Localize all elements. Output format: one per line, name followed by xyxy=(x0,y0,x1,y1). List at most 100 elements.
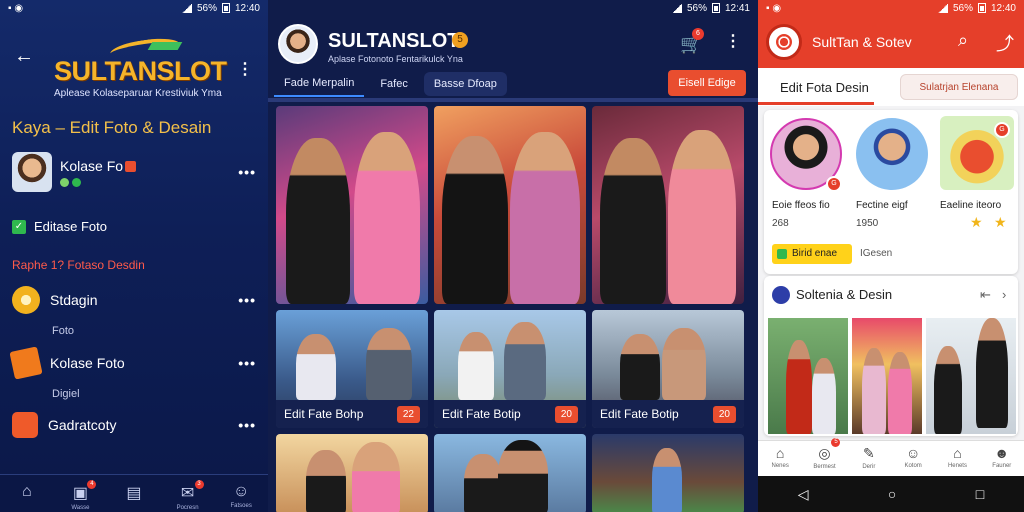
nav-store[interactable]: ⌂ Henets xyxy=(937,441,977,476)
divider xyxy=(268,98,758,102)
photo-tile[interactable] xyxy=(276,434,428,512)
photo-tile[interactable] xyxy=(592,106,744,304)
middle-phone-screen: 56% 12:41 SULTANSLOT 5 Aplase Fotonoto F… xyxy=(268,0,758,512)
person-figure xyxy=(352,442,400,512)
photo-tile[interactable] xyxy=(276,106,428,304)
share-icon[interactable]: ⤴ xyxy=(996,30,1014,56)
nav-home[interactable]: ⌂ xyxy=(7,483,47,503)
nav-wallet[interactable]: ▣ 4 Wasse xyxy=(60,480,100,511)
home-icon: ⌂ xyxy=(21,483,32,500)
photo-thumb[interactable] xyxy=(768,318,848,434)
person-figure xyxy=(662,328,706,400)
recents-square-icon[interactable]: □ xyxy=(976,486,984,502)
app-header: ← SULTANSLOT Aplease Kolaseparuar Kresti… xyxy=(0,16,268,99)
coin-icon xyxy=(12,286,40,314)
home-icon: ⌂ xyxy=(775,445,785,461)
checkbox-checked-icon[interactable]: ✓ xyxy=(12,219,26,234)
share-icon[interactable]: ⇤ xyxy=(980,287,991,303)
menu-more-icon[interactable]: ••• xyxy=(238,355,256,371)
nav-profile[interactable]: ☺ Fatsoes xyxy=(221,483,261,509)
card-caption: Edit Fate Botip xyxy=(442,407,521,421)
photo-card[interactable]: Edit Fate Bohp 22 xyxy=(276,310,428,428)
back-arrow-icon[interactable]: ← xyxy=(12,44,36,68)
tab-3[interactable]: Basse Dfoap xyxy=(423,72,507,96)
photo-thumb[interactable] xyxy=(926,318,1016,434)
logo-accent xyxy=(147,42,183,50)
status-bar: ▪ ◉ 56% 12:40 xyxy=(758,0,1024,16)
star-icon: ★ xyxy=(970,214,983,230)
status-icons-left: ▪ ◉ xyxy=(8,2,24,14)
menu-item-sublabel: Foto xyxy=(52,325,75,337)
bottom-nav: ⌂ Nenes ◎ 5 Bermest ✎ Derir ☺ Kotom ⌂ Henets ☻… xyxy=(758,438,1024,476)
app-subtitle: Aplase Fotonoto Fentarikulck Yna xyxy=(328,54,463,64)
nav-messages[interactable]: ✉ 3 Pocresn xyxy=(168,480,208,511)
menu-more-icon[interactable]: ••• xyxy=(238,292,256,308)
profile-label: Eaeline iteoro xyxy=(940,200,1002,211)
collage-icon xyxy=(9,346,43,380)
nav-edit[interactable]: ✎ Derir xyxy=(849,441,889,476)
menu-item-sublabel: Digiel xyxy=(52,388,80,400)
nav-gallery[interactable]: ▤ xyxy=(114,483,154,505)
edit-icon: ✎ xyxy=(862,445,875,461)
person-figure xyxy=(510,132,580,304)
card-badge: 20 xyxy=(712,405,736,423)
nav-home[interactable]: ⌂ Nenes xyxy=(760,441,800,476)
back-triangle-icon[interactable]: ◁ xyxy=(798,486,809,503)
checkbox-row[interactable]: ✓ Editase Foto xyxy=(12,219,256,234)
profile-label: Eoie ffeos fio xyxy=(772,200,830,211)
menu-item-3[interactable]: Gadratcoty ••• xyxy=(12,412,256,438)
nav-account[interactable]: ☻ Fauner xyxy=(982,441,1022,476)
home-circle-icon[interactable]: ○ xyxy=(888,486,896,502)
photo-tile[interactable] xyxy=(434,434,586,512)
card-caption: Edit Fate Botip xyxy=(600,407,679,421)
status-time: 12:40 xyxy=(234,2,260,14)
action-pill[interactable]: Birid enae xyxy=(772,244,852,264)
profile-row[interactable]: Kolase Fo ••• xyxy=(12,152,256,192)
section-title: Soltenia & Desin xyxy=(796,287,893,302)
person-figure xyxy=(600,138,666,304)
person-figure xyxy=(306,450,346,512)
battery-percent: 56% xyxy=(952,2,973,14)
tab-bar: Edit Fota Desin Sulatrjan Elenana xyxy=(758,68,1024,106)
status-dot-icon xyxy=(72,177,81,187)
menu-item-1[interactable]: Stdagin ••• xyxy=(12,286,256,314)
chevron-right-icon[interactable]: › xyxy=(1002,287,1006,302)
tab-active[interactable]: Edit Fota Desin xyxy=(780,80,869,95)
status-icons-left: ▪ ◉ xyxy=(766,2,782,14)
menu-item-2[interactable]: Kolase Foto ••• xyxy=(9,346,256,380)
photo-tile[interactable] xyxy=(434,106,586,304)
explore-icon: ◎ xyxy=(818,445,831,461)
more-options-icon[interactable]: ⋮ xyxy=(724,32,742,52)
profile-avatar[interactable] xyxy=(856,118,928,190)
notification-badge: 3 xyxy=(194,480,204,489)
menu-item-label: Stdagin xyxy=(50,292,98,308)
signal-icon xyxy=(937,3,948,13)
person-figure xyxy=(366,328,412,400)
person-figure xyxy=(442,136,508,304)
tab-1[interactable]: Fade Merpalin xyxy=(274,71,365,97)
person-figure xyxy=(286,138,350,304)
nav-chat[interactable]: ☺ Kotom xyxy=(893,441,933,476)
profile-count: 1950 xyxy=(856,218,879,229)
tab-chip[interactable]: Sulatrjan Elenana xyxy=(900,74,1018,100)
edit-button[interactable]: Eisell Edige xyxy=(668,70,746,96)
more-options-icon[interactable]: ⋮ xyxy=(236,60,254,80)
search-icon[interactable]: ⌕ xyxy=(958,30,968,51)
photo-card[interactable]: Edit Fate Botip 20 xyxy=(592,310,744,428)
photo-thumb[interactable] xyxy=(852,318,922,434)
person-figure xyxy=(354,132,420,304)
tab-2[interactable]: Fafec xyxy=(370,72,418,96)
nav-explore[interactable]: ◎ 5 Bermest xyxy=(804,438,844,476)
menu-more-icon[interactable]: ••• xyxy=(238,417,256,433)
status-time: 12:41 xyxy=(724,2,750,14)
avatar[interactable] xyxy=(278,24,318,64)
row-more-icon[interactable]: ••• xyxy=(238,164,256,180)
app-tagline: Aplease Kolaseparuar Krestiviuk Yma xyxy=(54,88,222,99)
photo-card[interactable]: Edit Fate Botip 20 xyxy=(434,310,586,428)
app-logo xyxy=(766,24,802,60)
app-icon xyxy=(12,412,38,438)
person-figure xyxy=(464,454,502,512)
photo-tile[interactable] xyxy=(592,434,744,512)
badge-icon: G xyxy=(994,122,1010,138)
card-badge: 20 xyxy=(554,405,578,423)
